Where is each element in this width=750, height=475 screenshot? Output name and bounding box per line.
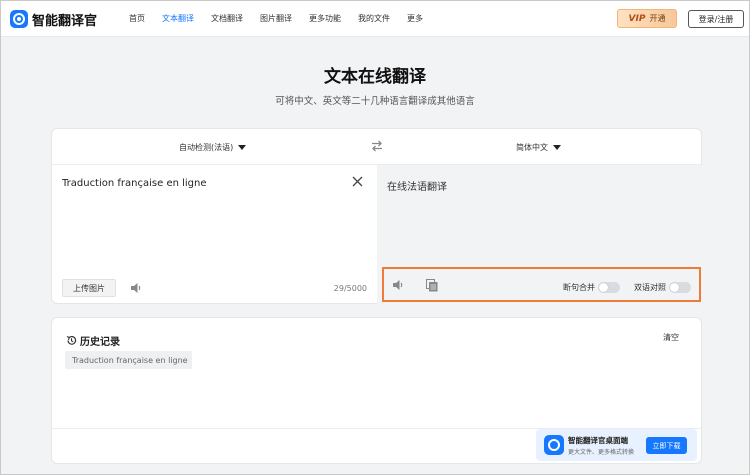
source-language-select[interactable]: 自动检测(法语) — [179, 142, 247, 153]
nav-image-translate[interactable]: 图片翻译 — [260, 13, 292, 24]
history-icon — [66, 335, 77, 345]
clear-history-button[interactable]: 清空 — [663, 332, 679, 343]
character-count: 29/5000 — [333, 284, 367, 293]
vip-open-label: 开通 — [649, 14, 666, 23]
main-nav: 首页 文本翻译 文档翻译 图片翻译 更多功能 我的文件 更多 — [129, 13, 440, 24]
page-subtitle: 可将中文、英文等二十几种语言翻译成其他语言 — [275, 96, 475, 107]
upload-image-button[interactable]: 上传图片 — [62, 279, 116, 297]
nav-doc-translate[interactable]: 文档翻译 — [211, 13, 243, 24]
source-text-input[interactable]: Traduction française en ligne — [62, 178, 207, 189]
login-register-button[interactable]: 登录/注册 — [688, 10, 744, 28]
promo-title: 智能翻译官桌面端 — [568, 436, 628, 445]
caret-down-icon — [238, 145, 247, 150]
history-title: 历史记录 — [80, 337, 120, 348]
top-header: 智能翻译官 首页 文本翻译 文档翻译 图片翻译 更多功能 我的文件 更多 VIP… — [1, 1, 749, 37]
nav-more[interactable]: 更多 — [407, 13, 423, 24]
swap-icon[interactable] — [370, 139, 384, 153]
output-toolbar-highlight: 断句合并 双语对照 — [382, 267, 701, 302]
app-logo-icon — [544, 435, 564, 455]
brand-name[interactable]: 智能翻译官 — [32, 10, 97, 29]
merge-sentences-label: 断句合并 — [563, 283, 595, 292]
nav-my-files[interactable]: 我的文件 — [358, 13, 390, 24]
desktop-app-promo: 智能翻译官桌面端 更大文件、更多格式转换 立即下载 — [536, 429, 697, 461]
history-header: 历史记录 — [66, 333, 120, 348]
caret-down-icon — [553, 145, 561, 150]
download-now-button[interactable]: 立即下载 — [646, 437, 687, 454]
speaker-icon[interactable] — [391, 278, 405, 292]
app-logo-icon[interactable] — [10, 10, 28, 28]
target-language-label: 简体中文 — [516, 143, 548, 152]
page-title: 文本在线翻译 — [324, 67, 426, 87]
target-language-select[interactable]: 简体中文 — [516, 142, 561, 153]
copy-icon[interactable] — [426, 279, 438, 292]
history-item[interactable]: Traduction française en ligne — [65, 351, 192, 369]
merge-sentences-toggle[interactable] — [598, 282, 620, 293]
vip-open-button[interactable]: VIP 开通 — [617, 9, 677, 28]
vip-badge: VIP — [628, 13, 646, 24]
source-text-pane[interactable]: Traduction française en ligne 上传图片 29/50… — [52, 165, 377, 304]
nav-text-translate[interactable]: 文本翻译 — [162, 13, 194, 24]
promo-subtitle: 更大文件、更多格式转换 — [568, 449, 635, 456]
nav-more-features[interactable]: 更多功能 — [309, 13, 341, 24]
bilingual-compare-toggle[interactable] — [669, 282, 691, 293]
speaker-icon[interactable] — [129, 281, 143, 295]
bilingual-compare-label: 双语对照 — [634, 283, 666, 292]
nav-home[interactable]: 首页 — [129, 13, 145, 24]
translated-text: 在线法语翻译 — [387, 182, 447, 193]
language-bar: 自动检测(法语) 简体中文 — [52, 129, 701, 165]
source-language-label: 自动检测(法语) — [179, 143, 234, 152]
close-icon[interactable] — [352, 176, 363, 187]
